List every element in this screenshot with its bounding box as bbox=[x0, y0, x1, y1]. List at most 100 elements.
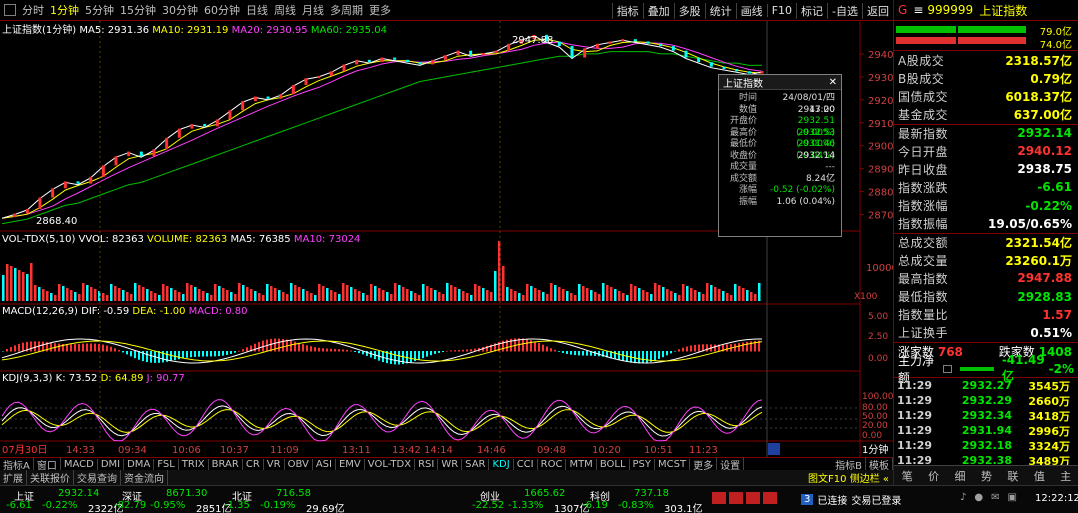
tool-button[interactable]: 画线 bbox=[735, 2, 767, 19]
candle bbox=[646, 41, 650, 44]
indicator-tab[interactable]: EMV bbox=[336, 458, 365, 470]
indicator-tab[interactable]: DMI bbox=[98, 458, 125, 470]
tool-button[interactable]: -自选 bbox=[827, 2, 862, 19]
trade-status[interactable]: 交易已登录 bbox=[851, 492, 901, 507]
indicator-tab[interactable]: CR bbox=[243, 458, 264, 470]
sound-icon[interactable]: ♪ bbox=[960, 492, 966, 503]
indicator-tab[interactable]: MTM bbox=[566, 458, 597, 470]
period-tab[interactable]: 分时 bbox=[19, 2, 47, 18]
flag-icon-4[interactable] bbox=[763, 492, 777, 504]
user-icon[interactable]: ● bbox=[974, 492, 983, 503]
macd-bar bbox=[562, 351, 564, 353]
volume-bar bbox=[562, 289, 565, 301]
window-tab[interactable]: 扩展 bbox=[0, 470, 27, 485]
volume-bar bbox=[2, 275, 5, 301]
volume-bar bbox=[558, 287, 561, 301]
macd-bar bbox=[426, 351, 428, 357]
volume-bar bbox=[702, 294, 705, 301]
volume-bar bbox=[602, 283, 605, 301]
indicator-tab[interactable]: ROC bbox=[538, 458, 567, 470]
period-tab[interactable]: 30分钟 bbox=[159, 2, 201, 18]
period-tab[interactable]: 15分钟 bbox=[117, 2, 159, 18]
quote-tab[interactable]: 联 bbox=[1007, 468, 1018, 484]
indicator-tab[interactable]: VR bbox=[264, 458, 285, 470]
macd-bar bbox=[614, 351, 616, 360]
x-axis-label: 11:09 bbox=[270, 445, 299, 456]
indicator-tab[interactable]: BOLL bbox=[597, 458, 630, 470]
indicator-tab[interactable]: FSL bbox=[154, 458, 179, 470]
indicator-tab[interactable]: WR bbox=[438, 458, 463, 470]
indicator-tab[interactable]: OBV bbox=[285, 458, 313, 470]
scroll-marker[interactable] bbox=[768, 443, 780, 455]
window-tab[interactable]: 交易查询 bbox=[74, 470, 121, 485]
x-axis-label: 13:11 bbox=[342, 445, 371, 456]
quote-tab[interactable]: 势 bbox=[981, 468, 992, 484]
indicator-tab[interactable]: TRIX bbox=[179, 458, 209, 470]
connection-text[interactable]: 已连接 bbox=[817, 492, 847, 507]
quote-tab[interactable]: 值 bbox=[1034, 468, 1045, 484]
quote-row: 昨日收盘 2938.75 bbox=[894, 160, 1078, 178]
tick-row: 11:29 2932.18 3324万 bbox=[894, 438, 1078, 453]
tool-button[interactable]: 指标 bbox=[611, 2, 643, 19]
menu-icon[interactable]: ≡ bbox=[913, 3, 923, 17]
sidebar-toggle[interactable]: 图文F10 侧边栏 « bbox=[808, 470, 893, 485]
period-tab[interactable]: 5分钟 bbox=[82, 2, 117, 18]
macd-bar bbox=[674, 351, 676, 352]
tool-button[interactable]: 统计 bbox=[704, 2, 736, 19]
indicator-tab[interactable]: CCI bbox=[514, 458, 538, 470]
lock-icon[interactable]: ▣ bbox=[1008, 492, 1017, 503]
candle bbox=[139, 151, 143, 157]
candle bbox=[190, 124, 194, 129]
window-tab[interactable]: 关联报价 bbox=[27, 470, 74, 485]
period-tab[interactable]: 更多 bbox=[366, 2, 394, 18]
chart-area[interactable]: 2940 2930 2920 2910 2900 2890 2880 2870 10000 X10… bbox=[0, 21, 898, 457]
ma10-label: MA10: 2931.19 bbox=[152, 25, 229, 36]
macd-bar bbox=[558, 351, 560, 352]
layout-icon[interactable] bbox=[4, 4, 16, 16]
tick-price: 2932.18 bbox=[961, 439, 1012, 452]
quote-tab[interactable]: 笔 bbox=[902, 468, 913, 484]
period-tab[interactable]: 多周期 bbox=[327, 2, 366, 18]
indicator-tab[interactable]: BRAR bbox=[209, 458, 243, 470]
index-pct: -0.83% bbox=[618, 500, 654, 511]
volume-bar bbox=[662, 287, 665, 301]
indicator-tab[interactable]: MACD bbox=[61, 458, 98, 470]
volume-bar bbox=[50, 293, 53, 301]
close-icon[interactable]: ✕ bbox=[829, 77, 837, 88]
tool-button[interactable]: 标记 bbox=[796, 2, 827, 19]
quote-tab[interactable]: 主 bbox=[1060, 468, 1071, 484]
volume-bar bbox=[566, 291, 569, 301]
volume-bar bbox=[666, 289, 669, 301]
quote-tab[interactable]: 细 bbox=[955, 468, 966, 484]
indicator-tab[interactable]: PSY bbox=[630, 458, 656, 470]
volume-bar bbox=[678, 295, 681, 301]
tool-button[interactable]: 返回 bbox=[862, 2, 893, 19]
window-tab[interactable]: 资金流向 bbox=[121, 470, 168, 485]
flag-icon-2[interactable] bbox=[729, 492, 743, 504]
flow-icon[interactable] bbox=[942, 364, 952, 373]
period-tab[interactable]: 1分钟 bbox=[47, 2, 82, 18]
popup-value: 2931.46 (-0.04%) bbox=[796, 139, 835, 161]
indicator-tab[interactable]: MCST bbox=[655, 458, 691, 470]
period-tab[interactable]: 月线 bbox=[299, 2, 327, 18]
volume-bar bbox=[542, 292, 545, 301]
flag-icon-1[interactable] bbox=[712, 492, 726, 504]
period-tab[interactable]: 60分钟 bbox=[201, 2, 243, 18]
macd-bar bbox=[430, 351, 432, 356]
volume-bar bbox=[462, 291, 465, 301]
quote-tab[interactable]: 价 bbox=[928, 468, 939, 484]
indicator-tab[interactable]: SAR bbox=[462, 458, 490, 470]
tool-button[interactable]: 叠加 bbox=[642, 2, 674, 19]
indicator-tab[interactable]: VOL-TDX bbox=[365, 458, 416, 470]
indicator-tab[interactable]: DMA bbox=[124, 458, 155, 470]
indicator-tab[interactable]: RSI bbox=[415, 458, 439, 470]
indicator-tab[interactable]: KDJ bbox=[489, 458, 514, 470]
period-tab[interactable]: 日线 bbox=[243, 2, 271, 18]
period-tab[interactable]: 周线 bbox=[271, 2, 299, 18]
tool-button[interactable]: 多股 bbox=[673, 2, 705, 19]
tool-button[interactable]: F10 bbox=[766, 4, 796, 17]
popup-row: 成交额 8.24亿 bbox=[719, 174, 841, 186]
flag-icon-3[interactable] bbox=[746, 492, 760, 504]
indicator-tab[interactable]: ASI bbox=[313, 458, 336, 470]
message-icon[interactable]: ✉ bbox=[991, 492, 999, 503]
